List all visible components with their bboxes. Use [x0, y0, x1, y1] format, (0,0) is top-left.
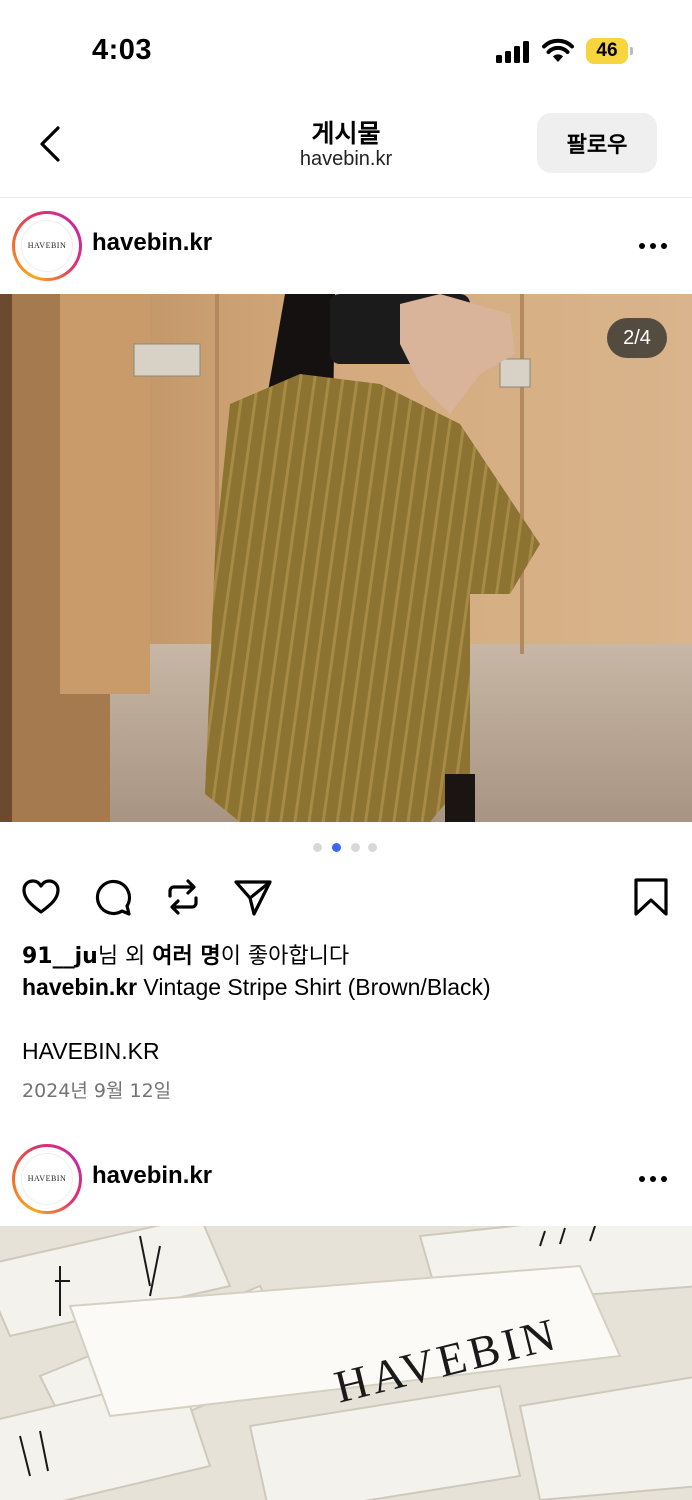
battery-indicator: 46 [586, 38, 633, 64]
caption-extra: HAVEBIN.KR [22, 1038, 160, 1064]
more-icon[interactable] [636, 241, 670, 251]
follow-button[interactable]: 팔로우 [537, 113, 657, 173]
carousel-dot [368, 843, 377, 852]
more-icon[interactable] [636, 1174, 670, 1184]
likes-summary[interactable]: 91__ju님 외 여러 명이 좋아합니다 [22, 938, 349, 970]
carousel-dot [351, 843, 360, 852]
caption-text: Vintage Stripe Shirt (Brown/Black) [137, 974, 491, 1000]
post-photo [0, 294, 692, 822]
heart-icon[interactable] [20, 876, 62, 918]
post-image[interactable]: 2/4 [0, 294, 692, 822]
wifi-icon [542, 38, 574, 62]
post-username[interactable]: havebin.kr [92, 229, 212, 257]
post-username[interactable]: havebin.kr [92, 1162, 212, 1190]
post-photo: HAVEBIN [0, 1226, 692, 1500]
post-image[interactable]: HAVEBIN [0, 1226, 692, 1500]
repost-icon[interactable] [162, 876, 204, 918]
avatar-logo: HAVEBIN [21, 220, 73, 272]
signal-icon [496, 41, 532, 63]
image-counter: 2/4 [607, 318, 667, 358]
bookmark-icon[interactable] [630, 876, 672, 918]
status-bar: 4:03 46 [0, 0, 692, 100]
post-page-header: 게시물 havebin.kr 팔로우 [0, 100, 692, 198]
post-header: HAVEBIN havebin.kr [0, 1132, 692, 1226]
share-icon[interactable] [232, 876, 274, 918]
comment-icon[interactable] [92, 876, 134, 918]
likes-user[interactable]: 91__ju [22, 944, 98, 969]
status-time: 4:03 [92, 34, 153, 66]
carousel-dot-active [332, 843, 341, 852]
post-caption: havebin.kr Vintage Stripe Shirt (Brown/B… [22, 974, 491, 1001]
post-header: HAVEBIN havebin.kr [0, 199, 692, 293]
carousel-indicator [313, 843, 383, 853]
avatar[interactable]: HAVEBIN [12, 1144, 82, 1214]
likes-others[interactable]: 여러 명 [152, 944, 220, 969]
post-date: 2024년 9월 12일 [22, 1080, 172, 1102]
avatar-logo: HAVEBIN [21, 1153, 73, 1205]
battery-level: 46 [596, 40, 618, 61]
likes-middle: 님 외 [97, 944, 153, 969]
post-actions [0, 872, 692, 920]
caption-username[interactable]: havebin.kr [22, 974, 137, 1000]
avatar[interactable]: HAVEBIN [12, 211, 82, 281]
likes-suffix: 이 좋아합니다 [220, 944, 350, 969]
carousel-dot [313, 843, 322, 852]
